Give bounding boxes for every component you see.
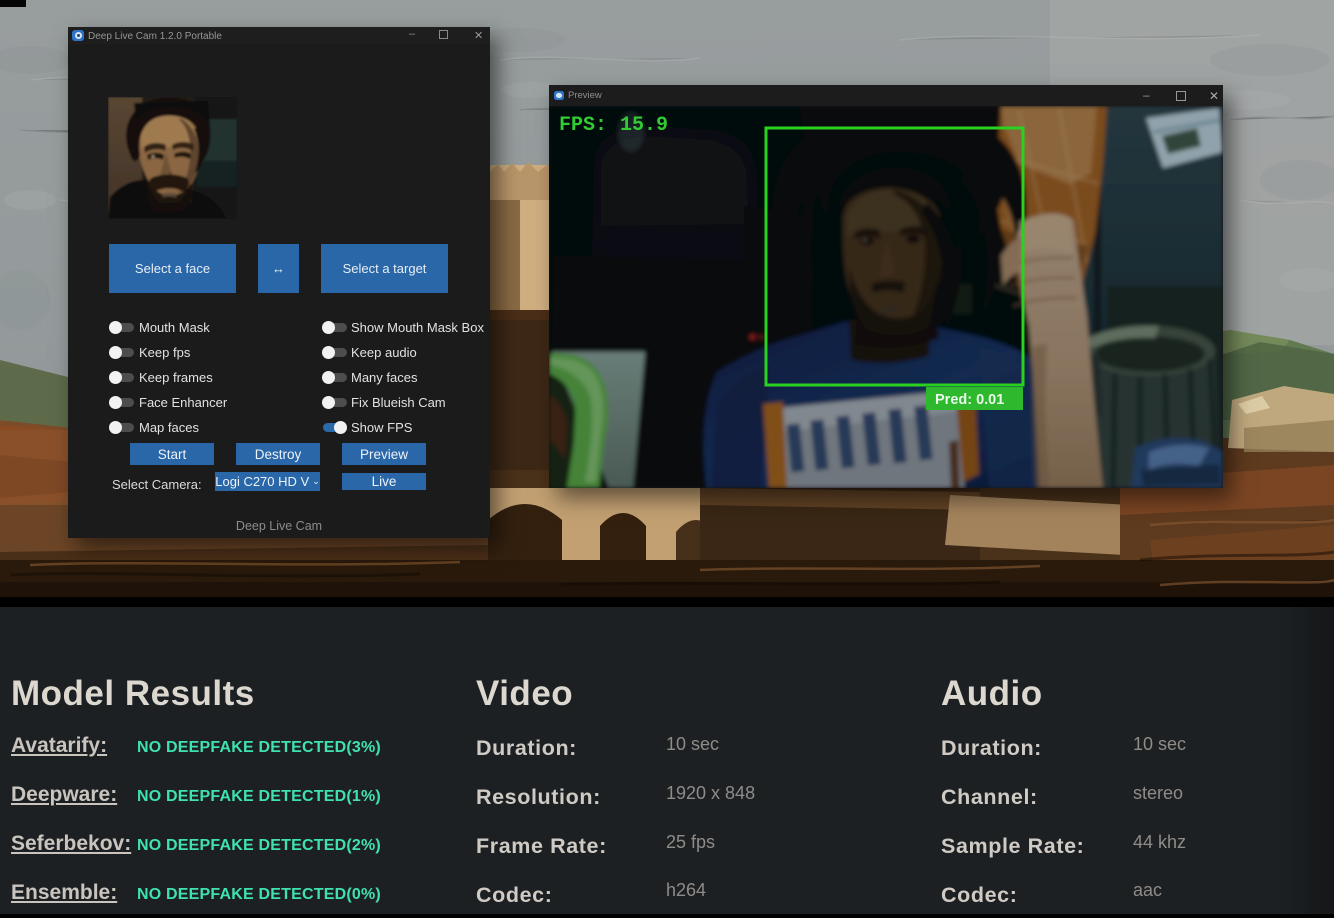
svg-text:FPS:: FPS: bbox=[559, 114, 607, 137]
svg-text:15.9: 15.9 bbox=[620, 114, 668, 137]
svg-text:Pred: 0.01: Pred: 0.01 bbox=[935, 392, 1004, 408]
